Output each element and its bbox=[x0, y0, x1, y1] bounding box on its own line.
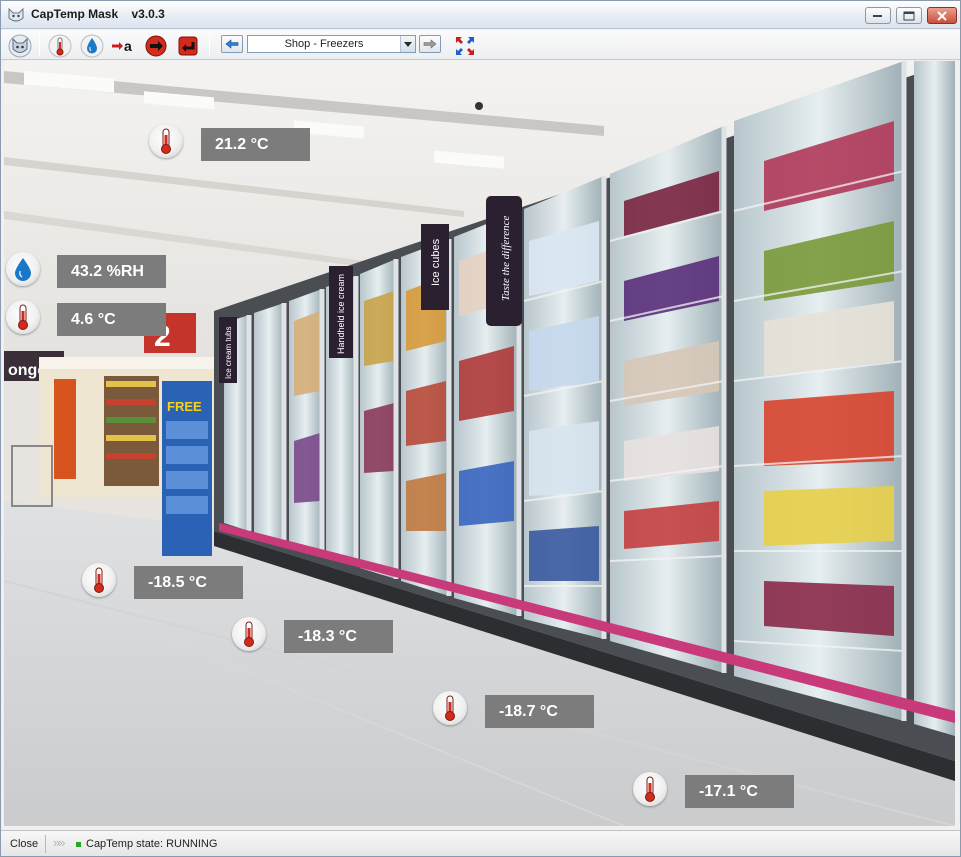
close-link[interactable]: Close bbox=[10, 838, 38, 850]
status-separator bbox=[45, 835, 46, 853]
sensor-value-label: -17.1 °C bbox=[685, 775, 794, 808]
sensor-value-label: -18.5 °C bbox=[134, 566, 243, 599]
maximize-button[interactable] bbox=[896, 7, 922, 24]
toolbar-separator bbox=[209, 34, 210, 56]
sensor-value-label: -18.3 °C bbox=[284, 620, 393, 653]
close-window-button[interactable] bbox=[927, 7, 957, 24]
sensor-value-label: 43.2 %RH bbox=[57, 255, 166, 288]
location-select[interactable]: Shop - Freezers bbox=[247, 35, 416, 53]
app-window: CapTemp Mask v3.0.3 a Shop - Freezers on… bbox=[0, 0, 961, 857]
sensor-value-label: -18.7 °C bbox=[485, 695, 594, 728]
next-location-button[interactable] bbox=[419, 35, 441, 53]
thermometer-icon[interactable] bbox=[82, 563, 116, 597]
thermometer-icon[interactable] bbox=[6, 300, 40, 334]
minimize-button[interactable] bbox=[865, 7, 891, 24]
freezer-aisle-background: onger FREE 2 Ice cream tubs Handheld ice… bbox=[4, 61, 955, 826]
sign-handheld-ice-cream: Handheld ice cream bbox=[336, 274, 346, 354]
chevron-right-icon: »» bbox=[53, 835, 66, 850]
humidity-drop-icon[interactable] bbox=[79, 33, 105, 59]
svg-text:a: a bbox=[124, 38, 132, 54]
window-title: CapTemp Mask v3.0.3 bbox=[31, 7, 165, 21]
thermometer-icon[interactable] bbox=[633, 772, 667, 806]
thermometer-icon[interactable] bbox=[232, 617, 266, 651]
cat-logo-icon bbox=[7, 6, 25, 24]
toolbar-separator bbox=[39, 34, 40, 56]
title-bar: CapTemp Mask v3.0.3 bbox=[1, 1, 960, 29]
status-text: CapTemp state: RUNNING bbox=[86, 838, 218, 850]
sensor-value-label: 21.2 °C bbox=[201, 128, 310, 161]
sign-ice-cream-tubs: Ice cream tubs bbox=[224, 327, 233, 379]
promo-sign-text: FREE bbox=[167, 399, 202, 414]
humidity-drop-icon[interactable] bbox=[6, 252, 40, 286]
exit-red-icon[interactable] bbox=[143, 33, 169, 59]
chevron-down-icon[interactable] bbox=[400, 36, 415, 52]
location-select-value: Shop - Freezers bbox=[284, 38, 364, 50]
cat-logo-icon[interactable] bbox=[7, 33, 33, 59]
sign-taste-the-difference: Taste the difference bbox=[500, 216, 512, 301]
fullscreen-icon[interactable] bbox=[452, 33, 478, 59]
thermometer-icon[interactable] bbox=[433, 691, 467, 725]
floorplan-scene: onger FREE 2 Ice cream tubs Handheld ice… bbox=[4, 61, 955, 826]
thermometer-icon[interactable] bbox=[149, 124, 183, 158]
toolbar: a Shop - Freezers bbox=[1, 30, 960, 60]
previous-location-button[interactable] bbox=[221, 35, 243, 53]
status-bar: Close »» CapTemp state: RUNNING bbox=[1, 830, 960, 856]
thermometer-icon[interactable] bbox=[47, 33, 73, 59]
arrow-a-icon[interactable]: a bbox=[111, 33, 137, 59]
return-red-icon[interactable] bbox=[175, 33, 201, 59]
sensor-value-label: 4.6 °C bbox=[57, 303, 166, 336]
status-indicator-icon bbox=[76, 842, 81, 847]
sign-ice-cubes: Ice cubes bbox=[430, 238, 442, 286]
